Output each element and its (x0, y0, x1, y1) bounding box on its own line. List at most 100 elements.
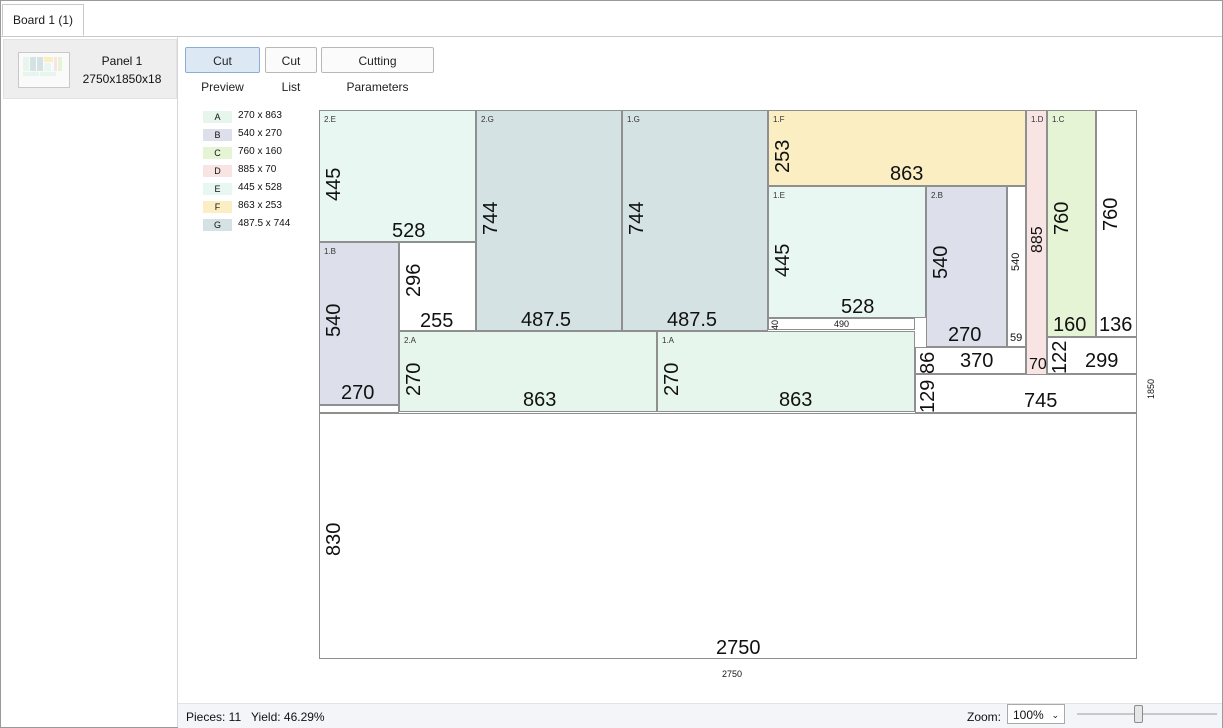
offcut-width: 2750 (716, 637, 761, 659)
kerf-strip (319, 405, 399, 413)
piece-height: 540 (323, 303, 345, 337)
legend-swatch: D (203, 165, 232, 177)
offcut: 760 136 (1096, 110, 1137, 337)
app-window: Board 1 (1) Panel 1 2750x1850x18 Cut Pre… (0, 0, 1223, 728)
piece-width: 528 (392, 220, 426, 242)
panel-name: Panel 1 (101, 54, 143, 68)
offcut: 129 745 (915, 374, 1137, 413)
piece-1C[interactable]: 1.C 760 160 (1047, 110, 1096, 337)
legend-size: 445 x 528 (238, 182, 282, 193)
piece-height: 270 (661, 362, 683, 396)
piece-1D[interactable]: 1.D 885 70 (1026, 110, 1047, 375)
cutting-parameters-button[interactable]: Cutting Parameters (321, 47, 434, 94)
piece-height: 445 (323, 167, 345, 201)
offcut-height: 540 (1010, 252, 1022, 271)
piece-height: 885 (1029, 226, 1046, 253)
piece-2A[interactable]: 2.A 270 863 (399, 331, 657, 412)
offcut: 830 2750 (319, 413, 1137, 659)
piece-width: 270 (341, 382, 375, 404)
zoom-select[interactable]: 100% ⌄ (1007, 704, 1065, 724)
legend-swatch: C (203, 147, 232, 159)
piece-width: 863 (523, 389, 557, 411)
piece-width: 270 (948, 324, 982, 346)
piece-2B[interactable]: 2.B 540 270 (926, 186, 1007, 347)
piece-label: 1.E (773, 191, 786, 200)
legend-swatch: A (203, 111, 232, 123)
tab-board-1[interactable]: Board 1 (1) (2, 4, 85, 36)
piece-height: 253 (772, 139, 794, 173)
offcut: 86 370 (915, 347, 1026, 374)
legend-size: 270 x 863 (238, 110, 282, 121)
board-height-dimension: 1850 (1146, 378, 1156, 399)
offcut-width: 370 (960, 350, 994, 372)
status-bar: Pieces: 11 Yield: 46.29% Zoom: (178, 703, 1222, 728)
piece-1G[interactable]: 1.G 744 487.5 (622, 110, 768, 331)
legend-swatch: E (203, 183, 232, 195)
piece-2E[interactable]: 2.E 445 528 (319, 110, 476, 242)
piece-width: 863 (779, 389, 813, 411)
piece-1A[interactable]: 1.A 270 863 (657, 331, 915, 412)
zoom-label: Zoom: (967, 710, 1002, 724)
offcut: 40 490 (768, 318, 915, 330)
piece-label: 1.B (324, 247, 337, 256)
piece-label: 2.A (404, 336, 417, 345)
legend-size: 885 x 70 (238, 164, 277, 175)
piece-label: 1.D (1031, 115, 1044, 124)
piece-width: 70 (1029, 356, 1047, 373)
legend-swatch: G (203, 219, 232, 231)
piece-1F[interactable]: 1.F 253 863 (768, 110, 1026, 186)
legend-swatch: F (203, 201, 232, 213)
zoom-slider-track[interactable] (1077, 713, 1217, 715)
yield-value: Yield: 46.29% (251, 710, 325, 724)
legend-size: 760 x 160 (238, 146, 282, 157)
piece-1E[interactable]: 1.E 445 528 (768, 186, 926, 318)
piece-label: 1.A (662, 336, 675, 345)
piece-height: 744 (626, 201, 648, 235)
legend-size: 487.5 x 744 (238, 218, 291, 229)
piece-height: 270 (403, 362, 425, 396)
zoom-slider-thumb[interactable] (1134, 705, 1143, 723)
offcut: 122 299 (1047, 337, 1137, 374)
offcut-height: 122 (1049, 340, 1071, 374)
offcut-width: 59 (1010, 332, 1023, 344)
offcut-width: 299 (1085, 350, 1119, 372)
piece-label: 1.C (1052, 115, 1065, 124)
offcut-height: 86 (917, 351, 939, 374)
panel-dimensions: 2750x1850x18 (82, 72, 162, 86)
offcut-height: 760 (1100, 197, 1122, 231)
offcut-width: 490 (834, 319, 850, 329)
piece-2G[interactable]: 2.G 744 487.5 (476, 110, 622, 331)
panel-list-item[interactable]: Panel 1 2750x1850x18 (3, 39, 177, 99)
cut-preview-button[interactable]: Cut Preview (185, 47, 260, 94)
offcut-width: 255 (420, 310, 454, 332)
piece-width: 160 (1053, 314, 1087, 336)
piece-width: 863 (890, 163, 924, 185)
piece-label: 2.G (481, 115, 494, 124)
cut-list-button[interactable]: Cut List (265, 47, 317, 94)
chevron-down-icon: ⌄ (1051, 710, 1059, 720)
offcut-height: 40 (770, 319, 780, 330)
offcut: 540 59 (1007, 186, 1026, 347)
legend-swatch: B (203, 129, 232, 141)
legend-size: 540 x 270 (238, 128, 282, 139)
panel-sidebar: Panel 1 2750x1850x18 (1, 37, 178, 727)
legend-size: 863 x 253 (238, 200, 282, 211)
zoom-value: 100% (1013, 708, 1044, 722)
piece-width: 487.5 (667, 309, 718, 331)
offcut-height: 129 (917, 379, 939, 413)
piece-width: 487.5 (521, 309, 572, 331)
offcut-height: 296 (403, 263, 425, 297)
offcut: 296 255 (399, 242, 476, 331)
piece-label: 2.E (324, 115, 337, 124)
piece-label: 1.F (773, 115, 785, 124)
panel-thumbnail (18, 52, 70, 88)
piece-1B[interactable]: 1.B 540 270 (319, 242, 399, 405)
piece-label: 2.B (931, 191, 944, 200)
piece-height: 445 (772, 243, 794, 277)
offcut-height: 830 (323, 522, 345, 556)
board-width-dimension: 2750 (722, 669, 743, 679)
offcut-width: 745 (1024, 390, 1058, 412)
tab-bar: Board 1 (1) (1, 1, 1222, 37)
piece-height: 744 (480, 201, 502, 235)
pieces-count: Pieces: 11 (186, 710, 242, 724)
